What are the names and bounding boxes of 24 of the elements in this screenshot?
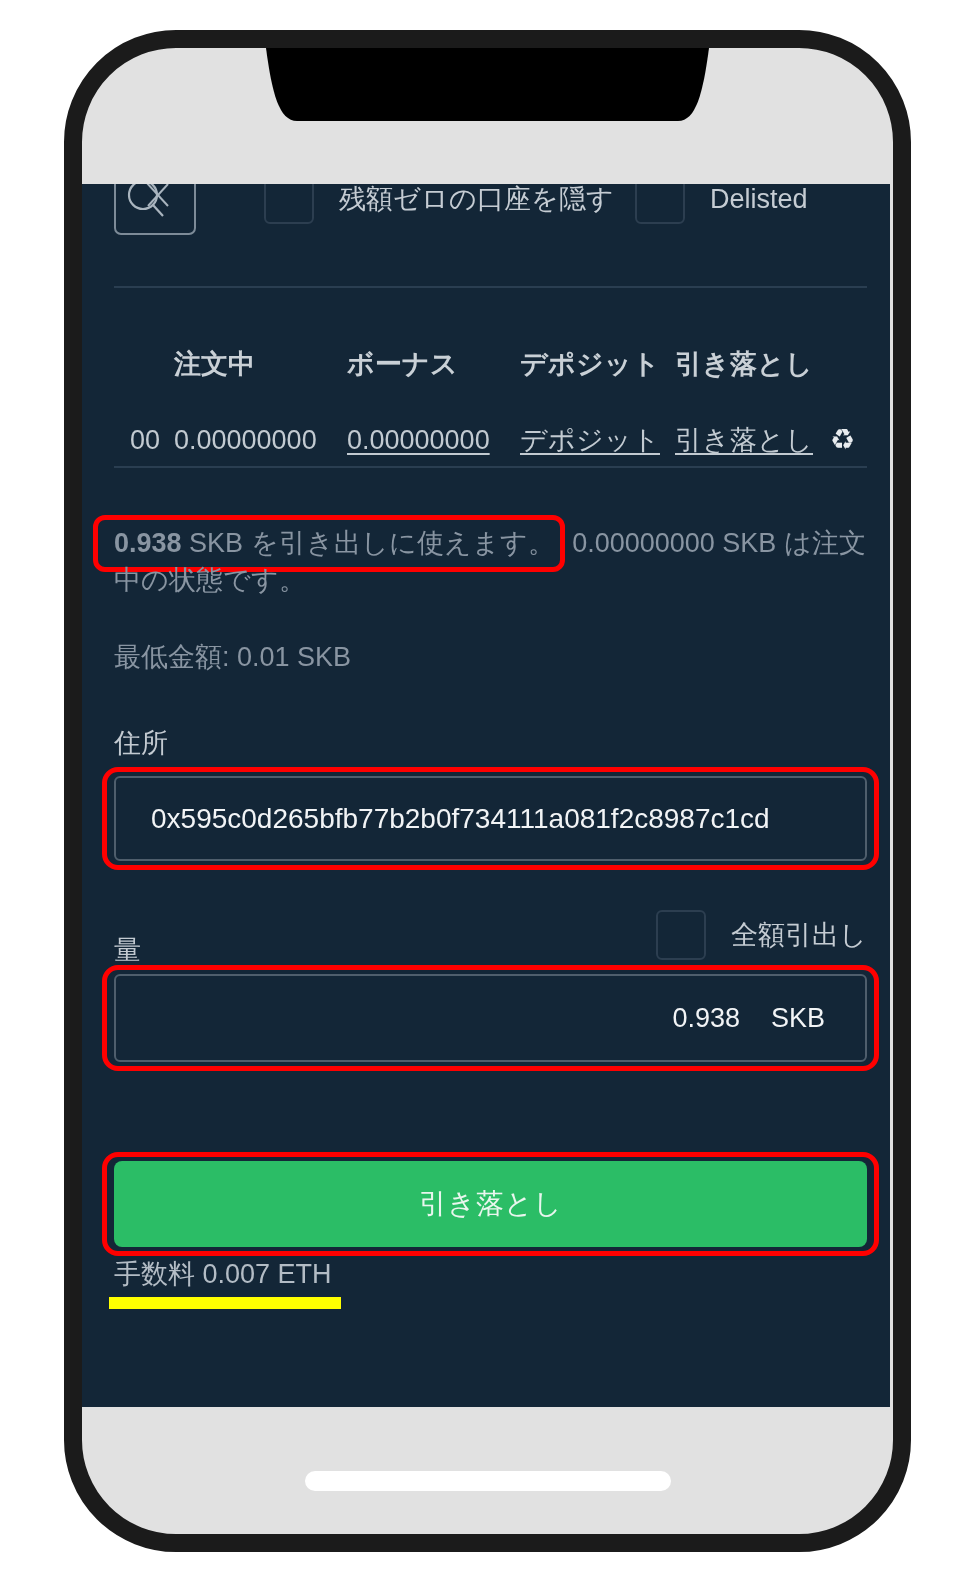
column-header: 注文中 (174, 348, 255, 381)
checkbox-label: 全額引出し (731, 919, 867, 952)
table-link[interactable]: 引き落とし (675, 420, 813, 460)
fee-text: 手数料 0.007 ETH (114, 1259, 332, 1289)
column-header: ボーナス (347, 348, 458, 381)
column-header: デポジット (520, 348, 660, 381)
checkbox-label: Delisted (710, 184, 808, 216)
minimum-amount-text: 最低金額: 0.01 SKB (114, 641, 352, 674)
table-link[interactable]: デポジット (520, 420, 660, 460)
column-header: 引き落とし (675, 348, 813, 381)
search-icon (126, 184, 170, 218)
field-label: 量 (114, 934, 141, 967)
balance-note-text: 0.938 SKB を引き出しに使えます。 0.00000000 SKB は注文中の状態です。 (93, 515, 867, 599)
unit-label: SKB (770, 1002, 825, 1035)
checkbox[interactable] (656, 910, 706, 960)
checkbox[interactable] (635, 184, 685, 224)
table-link[interactable]: 0.00000000 (347, 420, 490, 460)
field-label: 住所 (114, 727, 168, 760)
table-cell-text: 0.00000000 (174, 424, 317, 457)
recycle-icon[interactable]: ♻ (830, 420, 856, 460)
address-field[interactable]: 0x595c0d265bfb77b2b0f734111a081f2c8987c1cd (114, 776, 867, 861)
checkbox-label: 残額ゼロの口座を隠す (339, 184, 614, 216)
table-cell-text: 00 (129, 424, 160, 457)
checkbox[interactable] (264, 184, 314, 224)
